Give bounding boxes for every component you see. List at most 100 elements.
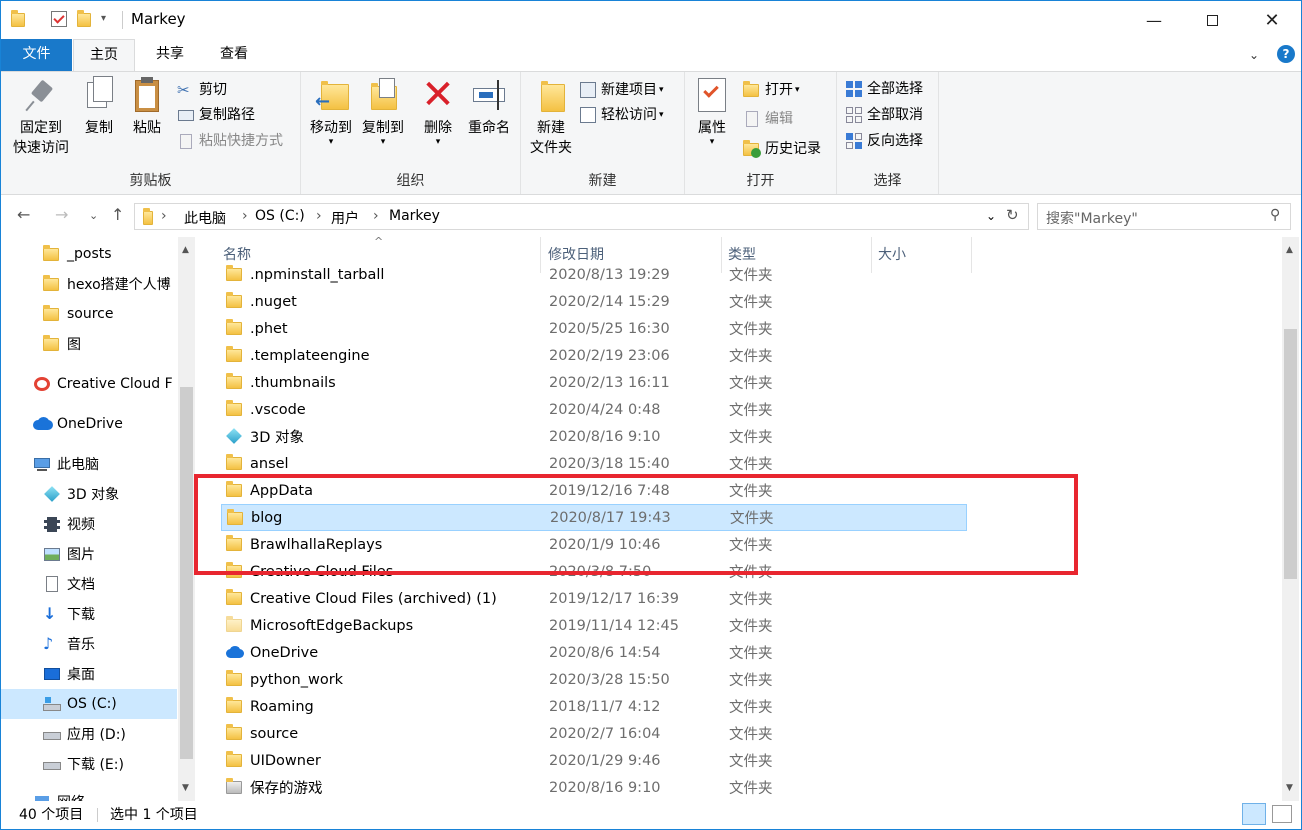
breadcrumb-this-pc[interactable]: 此电脑 [184,208,226,228]
ribbon-tabs: 文件 主页 共享 查看 ⌄ ? [1,39,1301,71]
scroll-up-icon[interactable]: ▲ [1286,245,1293,255]
folder-icon [43,335,61,352]
scroll-down-icon[interactable]: ▼ [1286,783,1293,793]
select-none-button[interactable]: 全部取消 [845,103,923,127]
scroll-up-icon[interactable]: ▲ [182,245,189,255]
nav-item-3d-objects[interactable]: 3D 对象 [1,479,177,509]
select-all-button[interactable]: 全部选择 [845,77,923,101]
new-item-button[interactable]: 新建项目 ▾ [579,78,664,102]
nav-item-pictures-folder[interactable]: 图 [1,329,177,359]
maximize-button[interactable] [1189,1,1235,39]
table-row[interactable]: .phet 2020/5/25 16:30 文件夹 [221,315,967,342]
properties-quick-icon[interactable] [51,11,67,27]
list-scrollbar[interactable]: ▲ ▼ [1282,237,1299,801]
nav-item-source[interactable]: source [1,299,177,329]
nav-item-desktop[interactable]: 桌面 [1,659,177,689]
history-button[interactable]: 历史记录 [743,137,821,161]
nav-item-network[interactable]: 网络 [1,787,177,801]
new-folder-button[interactable]: 新建 文件夹 [525,76,577,158]
up-arrow-icon[interactable]: ↑ [111,205,124,224]
pin-quick-access-button[interactable]: 固定到 快速访问 [7,76,75,158]
breadcrumb-os-c[interactable]: OS (C:) [255,208,305,224]
minimize-button[interactable]: — [1131,1,1177,39]
easy-access-button[interactable]: 轻松访问 ▾ [579,103,664,127]
table-row[interactable]: .thumbnails 2020/2/13 16:11 文件夹 [221,369,967,396]
ribbon-expand-icon[interactable]: ⌄ [1249,48,1259,62]
table-row[interactable]: UIDowner 2020/1/29 9:46 文件夹 [221,747,967,774]
search-box[interactable]: 搜索"Markey" ⚲ [1037,203,1291,230]
table-row[interactable]: .nuget 2020/2/14 15:29 文件夹 [221,288,967,315]
tab-file[interactable]: 文件 [1,39,72,71]
organize-group: ← 移动到 ▾ 复制到 ▾ ✕ 删除 ▾ 重命名 组织 [301,72,521,194]
nav-item-downloads[interactable]: ↓ 下载 [1,599,177,629]
new-item-icon [579,81,597,99]
rename-button[interactable]: 重命名 [461,76,517,138]
nav-item-videos[interactable]: 视频 [1,509,177,539]
nav-item-onedrive[interactable]: OneDrive [1,409,177,439]
nav-item-documents[interactable]: 文档 [1,569,177,599]
properties-button[interactable]: 属性 ▾ [691,76,733,147]
nav-item-drive-d[interactable]: 应用 (D:) [1,719,177,749]
nav-item-this-pc[interactable]: 此电脑 [1,449,177,479]
nav-item-hexo[interactable]: hexo搭建个人博 [1,269,177,299]
file-name: source [250,725,299,742]
table-row[interactable]: 3D 对象 2020/8/16 9:10 文件夹 [221,423,967,450]
help-icon[interactable]: ? [1277,45,1295,63]
breadcrumb-markey[interactable]: Markey [389,208,440,224]
forward-arrow-icon[interactable]: → [55,205,68,224]
table-row[interactable]: MicrosoftEdgeBackups 2019/11/14 12:45 文件夹 [221,612,967,639]
copy-button[interactable]: 复制 [77,76,121,138]
address-dropdown-icon[interactable]: ⌄ [986,209,996,223]
table-row[interactable]: OneDrive 2020/8/6 14:54 文件夹 [221,639,967,666]
nav-item-creative-cloud[interactable]: Creative Cloud F [1,369,177,399]
scroll-down-icon[interactable]: ▼ [182,783,189,793]
table-row[interactable]: .vscode 2020/4/24 0:48 文件夹 [221,396,967,423]
move-to-button[interactable]: ← 移动到 ▾ [305,76,357,147]
paste-button[interactable]: 粘贴 [125,76,169,138]
refresh-icon[interactable]: ↻ [1006,206,1019,224]
recent-locations-icon[interactable]: ⌄ [89,209,98,222]
folder-icon [226,400,242,417]
table-row[interactable]: Creative Cloud Files (archived) (1) 2019/… [221,585,967,612]
nav-item-drive-e[interactable]: 下载 (E:) [1,749,177,779]
folder-icon [43,245,61,262]
table-row[interactable]: 保存的游戏 2020/8/16 9:10 文件夹 [221,774,967,801]
copy-path-button[interactable]: 复制路径 [177,103,255,127]
table-row[interactable]: python_work 2020/3/28 15:50 文件夹 [221,666,967,693]
table-row[interactable]: .templateengine 2020/2/19 23:06 文件夹 [221,342,967,369]
folder-icon [226,373,242,390]
customize-quick-access-icon[interactable]: ▾ [101,13,106,24]
new-folder-quick-icon[interactable] [77,10,91,27]
tab-share[interactable]: 共享 [139,39,201,71]
nav-scrollbar[interactable]: ▲ ▼ [178,237,195,801]
breadcrumb-users[interactable]: 用户 [331,208,359,228]
close-button[interactable]: ✕ [1249,1,1295,39]
copy-to-button[interactable]: 复制到 ▾ [357,76,409,147]
nav-item-music[interactable]: ♪ 音乐 [1,629,177,659]
cut-button[interactable]: ✂ 剪切 [177,78,227,102]
paste-shortcut-button[interactable]: 粘贴快捷方式 [177,129,283,153]
invert-selection-button[interactable]: 反向选择 [845,129,923,153]
file-type: 文件夹 [729,322,773,338]
tab-home[interactable]: 主页 [73,39,135,71]
edit-button[interactable]: 编辑 [743,107,793,131]
table-row[interactable]: Roaming 2018/11/7 4:12 文件夹 [221,693,967,720]
nav-item-pictures[interactable]: 图片 [1,539,177,569]
nav-item-posts[interactable]: _posts [1,239,177,269]
nav-item-os-c[interactable]: OS (C:) [1,689,177,719]
table-row[interactable]: source 2020/2/7 16:04 文件夹 [221,720,967,747]
tab-view[interactable]: 查看 [203,39,265,71]
list-scroll-thumb[interactable] [1284,329,1297,579]
large-icons-view-icon[interactable] [1272,805,1292,823]
delete-button[interactable]: ✕ 删除 ▾ [413,75,463,147]
details-view-icon[interactable] [1242,803,1266,825]
download-icon: ↓ [43,604,57,623]
file-type: 文件夹 [729,295,773,311]
table-row[interactable]: .npminstall_tarball 2020/8/13 19:29 文件夹 [221,261,967,288]
open-button[interactable]: 打开 ▾ [743,78,800,102]
table-row[interactable]: ansel 2020/3/18 15:40 文件夹 [221,450,967,477]
address-bar[interactable]: › 此电脑 › OS (C:) › 用户 › Markey ⌄ ↻ [134,203,1029,230]
nav-scroll-thumb[interactable] [180,387,193,759]
title-divider [122,11,123,29]
back-arrow-icon[interactable]: ← [17,205,30,224]
